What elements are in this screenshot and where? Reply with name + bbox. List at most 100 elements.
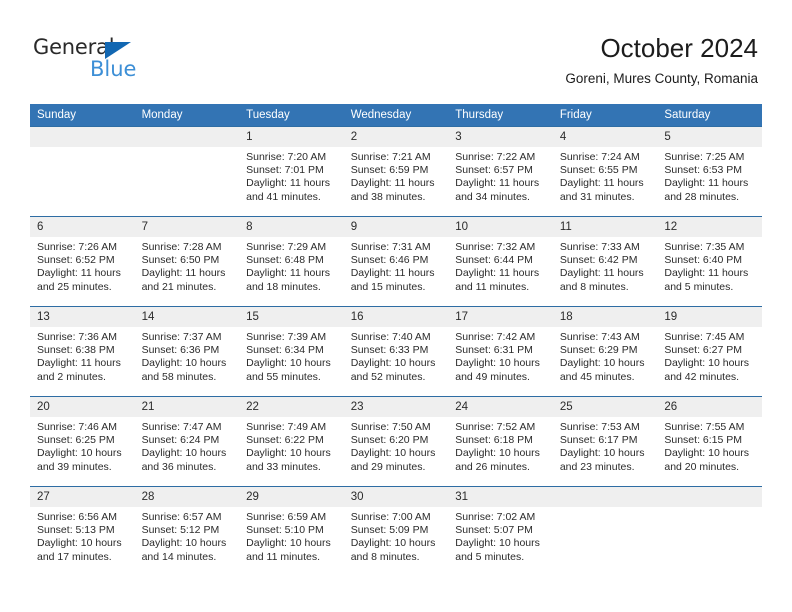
day-detail-line: Sunrise: 6:59 AM: [246, 511, 327, 523]
day-details: Sunrise: 7:25 AM Sunset: 6:53 PM Daylight:…: [657, 147, 762, 204]
weekday-header-wednesday: Wednesday: [343, 104, 449, 127]
general-blue-logo[interactable]: General Blue: [33, 36, 163, 84]
calendar-day-cell[interactable]: 4 Sunrise: 7:24 AM Sunset: 6:55 PM Daylight…: [552, 126, 658, 217]
day-detail-line: Sunrise: 7:55 AM: [664, 421, 745, 433]
calendar-day-cell[interactable]: 7 Sunrise: 7:28 AM Sunset: 6:50 PM Daylight…: [134, 216, 240, 307]
day-detail-line: Sunrise: 7:25 AM: [664, 151, 745, 163]
calendar-day-cell[interactable]: 16 Sunrise: 7:40 AM Sunset: 6:33 PM Dayligh…: [343, 306, 449, 397]
day-number: 20: [30, 397, 135, 417]
day-detail-line: Sunrise: 7:02 AM: [455, 511, 536, 523]
calendar-day-cell[interactable]: 19 Sunrise: 7:45 AM Sunset: 6:27 PM Dayligh…: [657, 306, 762, 397]
day-details: Sunrise: 7:49 AM Sunset: 6:22 PM Daylight:…: [239, 417, 344, 474]
calendar-day-cell[interactable]: 3 Sunrise: 7:22 AM Sunset: 6:57 PM Daylight…: [448, 126, 553, 217]
day-detail-line: Daylight: 11 hours: [559, 267, 644, 280]
day-number: 22: [239, 397, 344, 417]
day-detail-line: Sunset: 6:55 PM: [559, 164, 638, 177]
calendar-day-cell[interactable]: 2 Sunrise: 7:21 AM Sunset: 6:59 PM Daylight…: [343, 126, 449, 217]
day-detail-line: Sunrise: 7:50 AM: [350, 421, 431, 433]
calendar-day-cell[interactable]: 15 Sunrise: 7:39 AM Sunset: 6:34 PM Dayligh…: [239, 306, 344, 397]
calendar-day-cell[interactable]: 20 Sunrise: 7:46 AM Sunset: 6:25 PM Dayligh…: [30, 396, 135, 487]
calendar-day-cell[interactable]: 12 Sunrise: 7:35 AM Sunset: 6:40 PM Dayligh…: [657, 216, 762, 307]
day-number: 26: [657, 397, 762, 417]
calendar-day-cell[interactable]: 14 Sunrise: 7:37 AM Sunset: 6:36 PM Dayligh…: [134, 306, 240, 397]
calendar-day-cell[interactable]: 5 Sunrise: 7:25 AM Sunset: 6:53 PM Daylight…: [657, 126, 762, 217]
calendar-day-cell[interactable]: 30 Sunrise: 7:00 AM Sunset: 5:09 PM Dayligh…: [343, 486, 449, 576]
day-details: Sunrise: 7:35 AM Sunset: 6:40 PM Daylight:…: [657, 237, 762, 294]
calendar-day-cell[interactable]: 22 Sunrise: 7:49 AM Sunset: 6:22 PM Dayligh…: [239, 396, 344, 487]
page-header: General Blue October 2024 Goreni, Mures …: [0, 0, 792, 100]
day-details: Sunrise: 7:47 AM Sunset: 6:24 PM Daylight:…: [135, 417, 240, 474]
day-details: Sunrise: 6:59 AM Sunset: 5:10 PM Daylight:…: [239, 507, 344, 564]
calendar-day-cell[interactable]: 25 Sunrise: 7:53 AM Sunset: 6:17 PM Dayligh…: [552, 396, 658, 487]
day-detail-line: Sunrise: 7:45 AM: [664, 331, 745, 343]
calendar-day-cell[interactable]: 24 Sunrise: 7:52 AM Sunset: 6:18 PM Dayligh…: [448, 396, 553, 487]
day-details: Sunrise: 7:50 AM Sunset: 6:20 PM Daylight:…: [344, 417, 449, 474]
calendar-day-cell[interactable]: 8 Sunrise: 7:29 AM Sunset: 6:48 PM Daylight…: [239, 216, 344, 307]
title-block: October 2024 Goreni, Mures County, Roman…: [565, 32, 758, 88]
calendar-day-cell[interactable]: 31 Sunrise: 7:02 AM Sunset: 5:07 PM Dayligh…: [448, 486, 553, 576]
calendar-day-cell[interactable]: 9 Sunrise: 7:31 AM Sunset: 6:46 PM Daylight…: [343, 216, 449, 307]
day-detail-line: Sunset: 6:22 PM: [246, 434, 324, 447]
weekday-header-sunday: Sunday: [30, 104, 135, 127]
day-detail-line: Sunset: 5:10 PM: [246, 524, 324, 537]
day-detail-line: Daylight: 11 hours: [350, 177, 435, 190]
day-number: 29: [239, 487, 344, 507]
day-number: [134, 127, 240, 147]
day-number: 31: [448, 487, 553, 507]
calendar-day-cell[interactable]: 29 Sunrise: 6:59 AM Sunset: 5:10 PM Dayligh…: [239, 486, 344, 576]
weekday-header-thursday: Thursday: [448, 104, 553, 127]
location-subtitle: Goreni, Mures County, Romania: [565, 71, 758, 86]
day-detail-line: and 55 minutes.: [246, 370, 321, 383]
calendar-day-cell[interactable]: 27 Sunrise: 6:56 AM Sunset: 5:13 PM Dayligh…: [30, 486, 135, 576]
day-detail-line: Sunrise: 7:36 AM: [37, 331, 117, 343]
calendar-empty-cell: [657, 486, 762, 576]
day-number: 17: [448, 307, 553, 327]
day-details: Sunrise: 7:22 AM Sunset: 6:57 PM Daylight:…: [448, 147, 553, 204]
calendar-day-cell[interactable]: 26 Sunrise: 7:55 AM Sunset: 6:15 PM Dayligh…: [657, 396, 762, 487]
calendar-day-cell[interactable]: 1 Sunrise: 7:20 AM Sunset: 7:01 PM Daylight…: [239, 126, 344, 217]
calendar-day-cell[interactable]: 13 Sunrise: 7:36 AM Sunset: 6:38 PM Dayligh…: [30, 306, 135, 397]
calendar-day-cell[interactable]: 17 Sunrise: 7:42 AM Sunset: 6:31 PM Dayligh…: [448, 306, 553, 397]
day-detail-line: Sunrise: 7:53 AM: [559, 421, 640, 433]
day-details: Sunrise: 7:42 AM Sunset: 6:31 PM Daylight:…: [448, 327, 553, 384]
weekday-header-tuesday: Tuesday: [239, 104, 344, 127]
day-detail-line: Sunrise: 7:28 AM: [141, 241, 222, 253]
day-detail-line: and 8 minutes.: [350, 550, 420, 563]
day-detail-line: and 25 minutes.: [37, 280, 112, 293]
calendar-empty-cell: [552, 486, 658, 576]
day-detail-line: Sunset: 5:09 PM: [350, 524, 429, 537]
day-detail-line: and 20 minutes.: [664, 460, 740, 473]
calendar-day-cell[interactable]: 10 Sunrise: 7:32 AM Sunset: 6:44 PM Dayligh…: [448, 216, 553, 307]
weekday-header-friday: Friday: [552, 104, 658, 127]
calendar-day-cell[interactable]: 6 Sunrise: 7:26 AM Sunset: 6:52 PM Daylight…: [30, 216, 135, 307]
day-detail-line: Sunset: 7:01 PM: [246, 164, 324, 177]
day-detail-line: Daylight: 10 hours: [141, 447, 227, 460]
logo-text-blue: Blue: [90, 57, 137, 81]
day-detail-line: Sunset: 6:24 PM: [141, 434, 220, 447]
day-detail-line: Sunset: 6:18 PM: [455, 434, 533, 447]
day-number: 9: [343, 217, 449, 237]
day-detail-line: Sunrise: 7:20 AM: [246, 151, 327, 163]
weekday-header-saturday: Saturday: [657, 104, 762, 127]
day-number: 23: [343, 397, 449, 417]
calendar-day-cell[interactable]: 28 Sunrise: 6:57 AM Sunset: 5:12 PM Dayligh…: [134, 486, 240, 576]
calendar-day-cell[interactable]: 23 Sunrise: 7:50 AM Sunset: 6:20 PM Dayligh…: [343, 396, 449, 487]
day-detail-line: and 28 minutes.: [664, 190, 740, 203]
day-detail-line: and 5 minutes.: [455, 550, 525, 563]
calendar-day-cell[interactable]: 21 Sunrise: 7:47 AM Sunset: 6:24 PM Dayligh…: [134, 396, 240, 487]
day-detail-line: and 42 minutes.: [664, 370, 740, 383]
calendar-day-cell[interactable]: 18 Sunrise: 7:43 AM Sunset: 6:29 PM Dayligh…: [552, 306, 658, 397]
day-number: 25: [552, 397, 658, 417]
day-detail-line: Sunrise: 7:29 AM: [246, 241, 327, 253]
logo-text-general: General: [33, 35, 115, 59]
day-number: [657, 487, 762, 507]
day-detail-line: and 18 minutes.: [246, 280, 321, 293]
day-detail-line: and 14 minutes.: [141, 550, 217, 563]
day-detail-line: Sunrise: 6:57 AM: [141, 511, 222, 523]
day-detail-line: Sunset: 6:42 PM: [559, 254, 638, 267]
calendar-day-cell[interactable]: 11 Sunrise: 7:33 AM Sunset: 6:42 PM Dayligh…: [552, 216, 658, 307]
day-detail-line: Sunrise: 7:39 AM: [246, 331, 327, 343]
calendar-grid: Sunday Monday Tuesday Wednesday Thursday…: [30, 104, 762, 576]
page-title: October 2024: [600, 33, 758, 63]
day-detail-line: Daylight: 10 hours: [246, 357, 331, 370]
